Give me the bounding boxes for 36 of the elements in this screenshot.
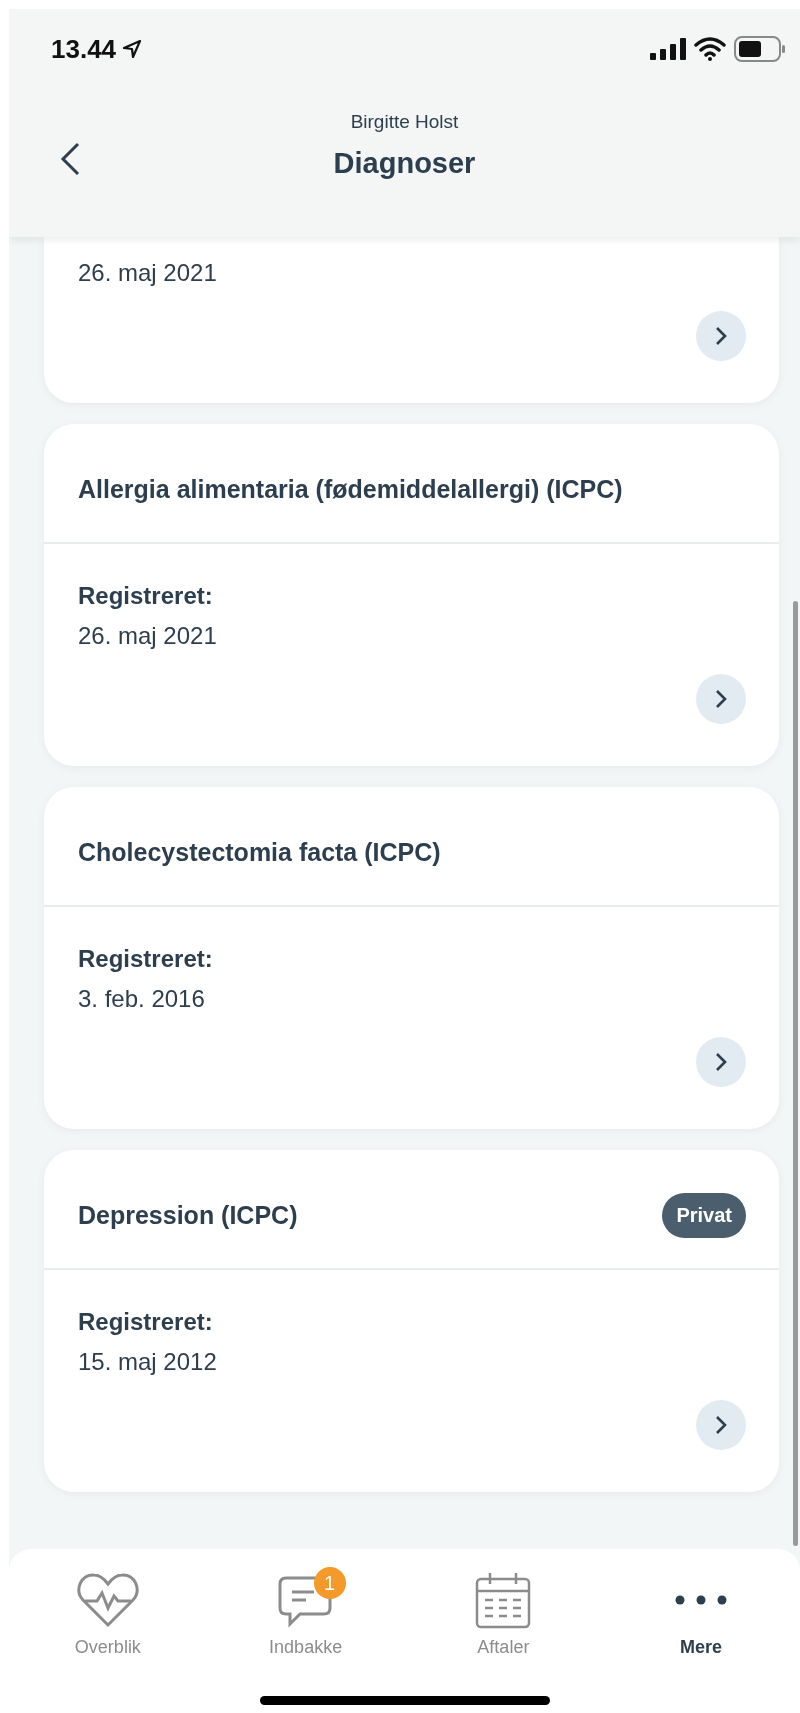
wifi-icon [694,37,726,61]
open-button[interactable] [696,311,746,361]
diagnosis-title: Depression (ICPC) [78,1200,298,1230]
status-time: 13.44 [51,33,117,65]
diagnosis-card[interactable]: Cholecystectomia facta (ICPC) Registreret: 3. feb. 2016 [44,787,779,1129]
more-icon [675,1594,728,1606]
diagnosis-card[interactable]: 26. maj 2021 [44,237,779,403]
location-arrow-icon [122,39,143,59]
calendar-icon [475,1571,532,1629]
page-title: Diagnoser [333,147,476,180]
registered-label: Registreret: [78,582,214,611]
diagnosis-title: Allergia alimentaria (fødemiddelallergi) (ICPC) [78,474,623,504]
diagnosis-card[interactable]: Allergia alimentaria (fødemiddelallergi) (ICPC) Registreret: 26. maj 2021 [44,424,779,766]
heart-pulse-icon [76,1572,139,1628]
registered-label: Registreret: [78,1308,214,1337]
registered-date: 3. feb. 2016 [78,985,206,1014]
diagnosis-card[interactable]: Depression (ICPC) Privat Registreret: 15. maj 2012 [44,1150,779,1492]
chevron-right-icon [715,1415,727,1435]
unread-badge: 1 [313,1567,346,1599]
tab-item[interactable]: Mere [602,1569,800,1658]
chevron-right-icon [715,1052,727,1072]
patient-name: Birgitte Holst [350,111,459,133]
chevron-right-icon [715,326,727,346]
private-badge: Privat [662,1192,746,1238]
open-button[interactable] [696,674,746,724]
registered-label: Registreret: [78,945,214,974]
open-button[interactable] [696,1400,746,1450]
registered-date: 26. maj 2021 [78,259,218,288]
diagnosis-title: Cholecystectomia facta (ICPC) [78,837,441,867]
signal-icon [650,38,686,60]
chevron-right-icon [715,689,727,709]
battery-icon [734,36,786,62]
registered-date: 26. maj 2021 [78,622,218,651]
open-button[interactable] [696,1037,746,1087]
registered-date: 15. maj 2012 [78,1348,218,1377]
back-chevron-icon[interactable] [59,141,81,177]
